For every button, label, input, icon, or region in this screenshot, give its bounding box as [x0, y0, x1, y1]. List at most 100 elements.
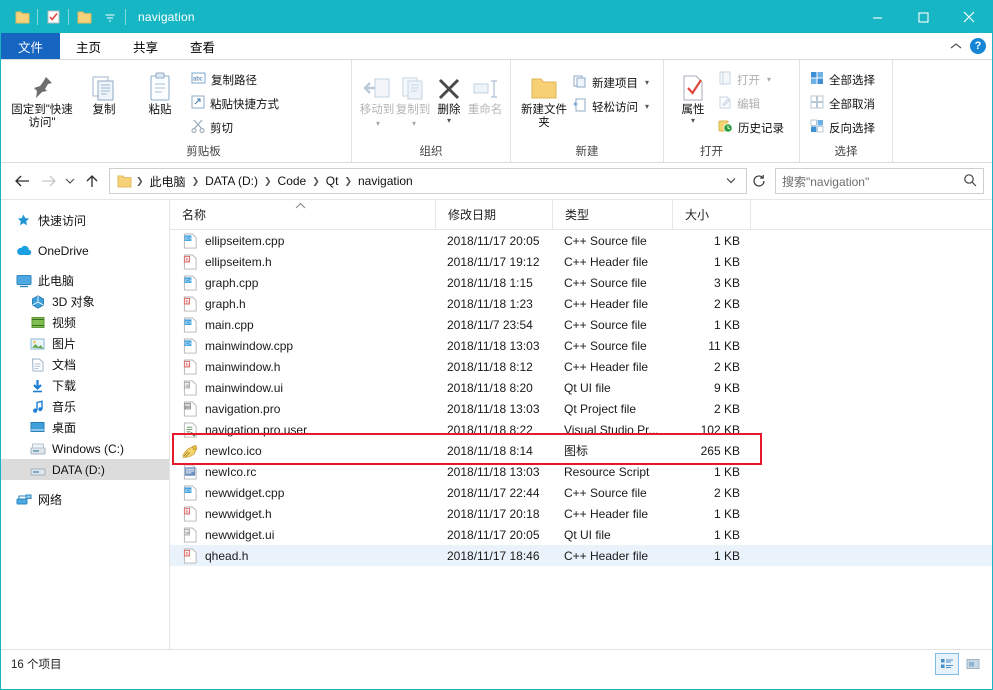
- breadcrumb-dropdown-icon[interactable]: [720, 176, 742, 186]
- sidebar-item-windows-c[interactable]: Windows (C:): [1, 438, 169, 459]
- copy-to-button[interactable]: 复制到 ▾: [395, 64, 431, 130]
- copy-path-button[interactable]: abc 复制路径: [188, 69, 282, 90]
- cell-type: Visual Studio Pr...: [564, 422, 659, 437]
- details-view-button[interactable]: [935, 653, 959, 675]
- close-button[interactable]: [946, 1, 992, 33]
- copy-to-icon: [399, 68, 427, 102]
- sidebar-item-videos[interactable]: 视频: [1, 312, 169, 333]
- cell-date: 2018/11/18 13:03: [447, 464, 540, 479]
- tab-share[interactable]: 共享: [117, 33, 174, 59]
- table-row[interactable]: h qhead.h 2018/11/17 18:46 C++ Header file 1…: [170, 545, 992, 566]
- table-row[interactable]: newIco.rc 2018/11/18 13:03 Resource Script…: [170, 461, 992, 482]
- select-small-buttons: 全部选择 全部取消 反向选择: [807, 64, 878, 138]
- search-input[interactable]: 搜索"navigation": [782, 173, 963, 190]
- table-row[interactable]: C++ ellipseitem.cpp 2018/11/17 20:05 C++ So…: [170, 230, 992, 251]
- invert-selection-button[interactable]: 反向选择: [807, 117, 878, 138]
- cell-date: 2018/11/17 20:18: [447, 506, 540, 521]
- paste-shortcut-button[interactable]: 粘贴快捷方式: [188, 93, 282, 114]
- tab-home[interactable]: 主页: [60, 33, 118, 59]
- refresh-button[interactable]: [747, 169, 771, 193]
- sidebar-item-3d-objects[interactable]: 3D 对象: [1, 291, 169, 312]
- sidebar-item-onedrive[interactable]: OneDrive: [1, 240, 169, 261]
- large-icons-view-button[interactable]: [962, 654, 984, 674]
- table-row[interactable]: ui newwidget.ui 2018/11/17 20:05 Qt UI file…: [170, 524, 992, 545]
- move-to-button[interactable]: 移动到 ▾: [359, 64, 395, 130]
- forward-button[interactable]: [35, 168, 61, 194]
- breadcrumb-item-3[interactable]: Qt: [321, 174, 344, 188]
- column-header-type[interactable]: 类型: [552, 200, 672, 229]
- properties-caret-icon: ▾: [690, 116, 695, 125]
- help-icon[interactable]: ?: [970, 38, 986, 54]
- large-icons-view-icon: [966, 659, 980, 669]
- search-box[interactable]: 搜索"navigation": [775, 168, 984, 194]
- table-row[interactable]: newIco.ico 2018/11/18 8:14 图标 265 KB: [170, 440, 992, 461]
- copy-button[interactable]: 复制: [76, 64, 132, 117]
- qat-properties-icon[interactable]: [40, 5, 66, 29]
- new-folder-button[interactable]: 新建文件夹: [518, 64, 570, 130]
- sidebar-item-desktop[interactable]: 桌面: [1, 417, 169, 438]
- table-row[interactable]: C++ mainwindow.cpp 2018/11/18 13:03 C++ Sou…: [170, 335, 992, 356]
- sidebar-item-pictures[interactable]: 图片: [1, 333, 169, 354]
- table-row[interactable]: h mainwindow.h 2018/11/18 8:12 C++ Header f…: [170, 356, 992, 377]
- maximize-button[interactable]: [900, 1, 946, 33]
- column-header-name[interactable]: 名称: [170, 200, 435, 229]
- table-row[interactable]: h newwidget.h 2018/11/17 20:18 C++ Header f…: [170, 503, 992, 524]
- open-button[interactable]: 打开 ▾: [715, 69, 787, 90]
- column-header-date[interactable]: 修改日期: [435, 200, 552, 229]
- breadcrumb[interactable]: ❯ 此电脑 ❯ DATA (D:) ❯ Code ❯ Qt ❯ navigati…: [109, 168, 747, 194]
- file-name-label: mainwindow.cpp: [205, 338, 294, 353]
- table-row[interactable]: h graph.h 2018/11/18 1:23 C++ Header file 2 …: [170, 293, 992, 314]
- chevron-up-icon[interactable]: [950, 39, 962, 53]
- breadcrumb-item-0[interactable]: 此电脑: [145, 173, 191, 190]
- qat-new-folder-icon[interactable]: [71, 5, 97, 29]
- rename-button[interactable]: 重命名: [467, 64, 503, 117]
- tab-file[interactable]: 文件: [1, 33, 61, 59]
- sidebar-item-quick-access[interactable]: 快速访问: [1, 210, 169, 231]
- h-file-icon: h: [182, 359, 198, 375]
- table-row[interactable]: navigation.pro.user 2018/11/18 8:22 Visual…: [170, 419, 992, 440]
- sidebar-item-documents[interactable]: 文档: [1, 354, 169, 375]
- open-label: 打开: [737, 74, 760, 87]
- breadcrumb-item-2[interactable]: Code: [273, 174, 312, 188]
- sidebar-item-network[interactable]: 网络: [1, 489, 169, 510]
- sidebar-item-music[interactable]: 音乐: [1, 396, 169, 417]
- table-row[interactable]: C++ main.cpp 2018/11/7 23:54 C++ Source fil…: [170, 314, 992, 335]
- breadcrumb-item-1[interactable]: DATA (D:): [200, 174, 263, 188]
- properties-button[interactable]: 属性 ▾: [671, 64, 715, 125]
- cell-type: Qt UI file: [564, 380, 611, 395]
- sidebar-item-downloads[interactable]: 下载: [1, 375, 169, 396]
- cell-size: 1 KB: [713, 506, 740, 521]
- table-row[interactable]: h ellipseitem.h 2018/11/17 19:12 C++ Header…: [170, 251, 992, 272]
- cell-name: h ellipseitem.h: [170, 251, 435, 272]
- ribbon-group-open: 属性 ▾ 打开 ▾ 编辑 历史记录 打开: [663, 60, 799, 162]
- back-button[interactable]: [9, 168, 35, 194]
- easy-access-button[interactable]: 轻松访问 ▾: [570, 96, 652, 117]
- select-none-button[interactable]: 全部取消: [807, 93, 878, 114]
- delete-button[interactable]: 删除 ▾: [431, 64, 467, 125]
- cell-type: 图标: [564, 444, 589, 458]
- tab-view[interactable]: 查看: [174, 33, 231, 59]
- breadcrumb-item-4[interactable]: navigation: [353, 174, 418, 188]
- column-header-size[interactable]: 大小: [672, 200, 750, 229]
- table-row[interactable]: C++ graph.cpp 2018/11/18 1:15 C++ Source fi…: [170, 272, 992, 293]
- star-pin-icon: [15, 212, 32, 229]
- search-icon[interactable]: [963, 173, 977, 190]
- cut-button[interactable]: 剪切: [188, 117, 282, 138]
- qat-folder-icon[interactable]: [9, 5, 35, 29]
- table-row[interactable]: ui mainwindow.ui 2018/11/18 8:20 Qt UI file…: [170, 377, 992, 398]
- sidebar-item-data-d[interactable]: DATA (D:): [1, 459, 169, 480]
- table-row[interactable]: C++ newwidget.cpp 2018/11/17 22:44 C++ Sour…: [170, 482, 992, 503]
- history-button[interactable]: 历史记录: [715, 117, 787, 138]
- breadcrumb-sep-0: ❯: [136, 175, 144, 186]
- edit-button[interactable]: 编辑: [715, 93, 787, 114]
- qat-customize-dropdown-icon[interactable]: [97, 5, 123, 29]
- pin-to-quick-access-button[interactable]: 固定到"快速访问": [8, 64, 76, 130]
- paste-button[interactable]: 粘贴: [132, 64, 188, 117]
- recent-locations-button[interactable]: [61, 168, 79, 194]
- up-button[interactable]: [79, 168, 105, 194]
- table-row[interactable]: pro navigation.pro 2018/11/18 13:03 Qt Proj…: [170, 398, 992, 419]
- new-item-button[interactable]: 新建项目 ▾: [570, 72, 652, 93]
- sidebar-item-this-pc[interactable]: 此电脑: [1, 270, 169, 291]
- select-all-button[interactable]: 全部选择: [807, 69, 878, 90]
- minimize-button[interactable]: [854, 1, 900, 33]
